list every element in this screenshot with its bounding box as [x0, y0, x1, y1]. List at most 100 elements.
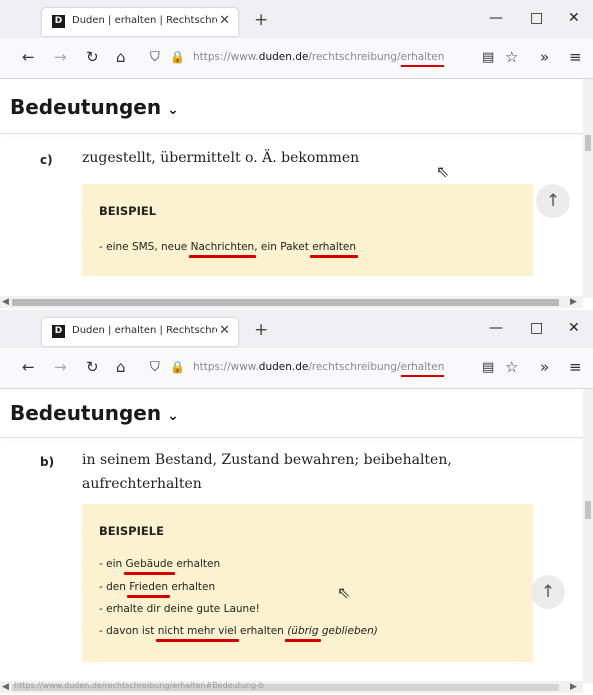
scroll-to-top-button[interactable]: ↑: [536, 184, 570, 218]
vertical-scroll-thumb[interactable]: [585, 501, 591, 519]
mouse-pointer-icon: ⇖: [436, 162, 450, 181]
scroll-right-icon[interactable]: ▶: [570, 682, 577, 692]
duden-favicon: D: [52, 15, 65, 28]
horizontal-scrollbar[interactable]: ◀ https://www.duden.de/rechtschreibung/e…: [0, 681, 583, 693]
keyword-nicht-mehr-viel[interactable]: nicht mehr viel: [155, 625, 239, 642]
tab-bar: D Duden | erhalten | Rechtschreib ✕ + — …: [0, 310, 593, 348]
minimize-icon[interactable]: —: [489, 320, 503, 336]
lock-icon[interactable]: 🔒: [170, 50, 185, 64]
red-underline-mark: [188, 255, 257, 258]
browser-window-top: D Duden | erhalten | Rechtschreib ✕ + — …: [0, 0, 593, 310]
keyword-gebaeude[interactable]: Gebäude: [123, 558, 175, 575]
maximize-icon[interactable]: □: [530, 320, 543, 336]
bookmark-star-icon[interactable]: ☆: [505, 48, 518, 66]
example-title: BEISPIELE: [99, 524, 164, 538]
meaning-letter: c): [40, 153, 53, 167]
forward-icon[interactable]: →: [54, 48, 67, 66]
red-underline-mark: [310, 255, 359, 258]
scroll-left-icon[interactable]: ◀: [2, 297, 9, 307]
vertical-scrollbar[interactable]: [583, 79, 593, 298]
menu-icon[interactable]: ≡: [569, 48, 582, 66]
example-item: - davon ist nicht mehr viel erhalten (üb…: [99, 625, 378, 642]
address-field[interactable]: https://www.duden.de/rechtschreibung/erh…: [193, 51, 445, 67]
maximize-icon[interactable]: □: [530, 10, 543, 26]
keyword-frieden[interactable]: Frieden: [127, 581, 170, 598]
navigation-toolbar: ← → ↻ ⌂ ⛉ 🔒 https://www.duden.de/rechtsc…: [0, 38, 593, 79]
menu-icon[interactable]: ≡: [569, 358, 582, 376]
vertical-scroll-thumb[interactable]: [585, 135, 591, 151]
red-underline-mark: [285, 639, 321, 642]
vertical-scrollbar[interactable]: [583, 389, 593, 683]
tab-title: Duden | erhalten | Rechtschreib: [72, 325, 217, 336]
url-path: /rechtschreibung/: [308, 361, 401, 373]
browser-window-bottom: D Duden | erhalten | Rechtschreib ✕ + — …: [0, 310, 593, 695]
url-word: erhalten: [400, 51, 445, 67]
close-tab-icon[interactable]: ✕: [219, 323, 230, 338]
lock-icon[interactable]: 🔒: [170, 360, 185, 374]
page-content: Bedeutungen ⌄ c) zugestellt, übermittelt …: [0, 79, 583, 298]
duden-favicon: D: [52, 325, 65, 338]
reload-icon[interactable]: ↻: [86, 48, 99, 66]
navigation-toolbar: ← → ↻ ⌂ ⛉ 🔒 https://www.duden.de/rechtsc…: [0, 348, 593, 389]
red-underline-mark: [155, 639, 239, 642]
overflow-icon[interactable]: »: [540, 358, 549, 376]
meaning-text: in seinem Bestand, Zustand bewahren; bei…: [82, 452, 452, 492]
window-close-icon[interactable]: ✕: [568, 320, 580, 336]
url-prefix: https://www.: [193, 361, 259, 373]
reader-view-icon[interactable]: ▤: [482, 360, 494, 375]
keyword-erhalten[interactable]: erhalten: [310, 241, 359, 258]
example-box: BEISPIELE - ein Gebäude erhalten - den F…: [82, 504, 533, 662]
section-heading[interactable]: Bedeutungen ⌄: [10, 401, 179, 425]
red-underline-mark: [123, 572, 175, 575]
back-icon[interactable]: ←: [22, 48, 35, 66]
scroll-right-icon[interactable]: ▶: [570, 297, 577, 307]
mouse-pointer-icon: ⇖: [337, 583, 351, 602]
horizontal-scrollbar[interactable]: ◀ ▶: [0, 296, 583, 308]
new-tab-icon[interactable]: +: [254, 320, 268, 340]
tab-bar: D Duden | erhalten | Rechtschreib ✕ + — …: [0, 0, 593, 38]
tab-title: Duden | erhalten | Rechtschreib: [72, 15, 217, 26]
url-underline-mark: [400, 375, 445, 377]
divider: [0, 133, 583, 134]
bookmark-star-icon[interactable]: ☆: [505, 358, 518, 376]
new-tab-icon[interactable]: +: [254, 10, 268, 30]
address-field[interactable]: https://www.duden.de/rechtschreibung/erh…: [193, 361, 445, 377]
url-domain: duden.de: [258, 51, 309, 63]
browser-tab[interactable]: D Duden | erhalten | Rechtschreib ✕: [42, 318, 238, 346]
section-heading[interactable]: Bedeutungen ⌄: [10, 95, 179, 119]
keyword-nachrichten[interactable]: Nachrichten: [188, 241, 257, 258]
url-underline-mark: [400, 65, 445, 67]
example-box: BEISPIEL - eine SMS, neue Nachrichten, e…: [82, 184, 533, 276]
shield-icon[interactable]: ⛉: [150, 360, 160, 375]
red-underline-mark: [127, 595, 170, 598]
keyword-uebrig[interactable]: (übrig: [285, 625, 321, 642]
divider: [0, 437, 583, 438]
reader-view-icon[interactable]: ▤: [482, 50, 494, 65]
home-icon[interactable]: ⌂: [116, 358, 126, 376]
example-title: BEISPIEL: [99, 204, 157, 218]
meaning-text: zugestellt, übermittelt o. Ä. bekommen: [82, 150, 360, 166]
page-content: Bedeutungen ⌄ b) in seinem Bestand, Zusta…: [0, 389, 583, 683]
home-icon[interactable]: ⌂: [116, 48, 126, 66]
horizontal-scroll-thumb[interactable]: [12, 299, 559, 306]
reload-icon[interactable]: ↻: [86, 358, 99, 376]
scroll-left-icon[interactable]: ◀: [2, 682, 9, 692]
chevron-down-icon: ⌄: [167, 102, 179, 118]
url-domain: duden.de: [258, 361, 309, 373]
url-prefix: https://www.: [193, 51, 259, 63]
example-item: - ein Gebäude erhalten: [99, 558, 220, 575]
window-close-icon[interactable]: ✕: [568, 10, 580, 26]
meaning-letter: b): [40, 455, 55, 469]
minimize-icon[interactable]: —: [489, 10, 503, 26]
example-item: - den Frieden erhalten: [99, 581, 215, 598]
overflow-icon[interactable]: »: [540, 48, 549, 66]
forward-icon[interactable]: →: [54, 358, 67, 376]
example-item: - eine SMS, neue Nachrichten, ein Paket …: [99, 241, 359, 258]
status-url: https://www.duden.de/rechtschreibung/erh…: [14, 681, 264, 690]
shield-icon[interactable]: ⛉: [150, 50, 160, 65]
back-icon[interactable]: ←: [22, 358, 35, 376]
scroll-to-top-button[interactable]: ↑: [531, 575, 565, 609]
browser-tab[interactable]: D Duden | erhalten | Rechtschreib ✕: [42, 8, 238, 36]
url-word: erhalten: [400, 361, 445, 377]
close-tab-icon[interactable]: ✕: [219, 13, 230, 28]
